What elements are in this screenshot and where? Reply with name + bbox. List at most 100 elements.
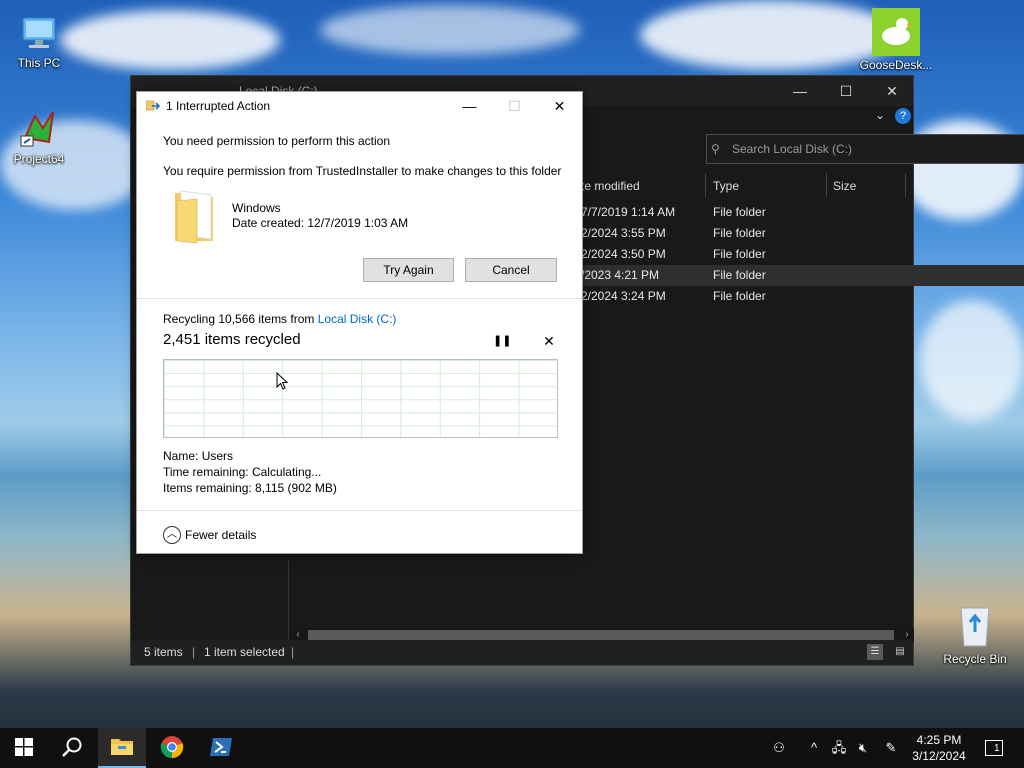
row-type: File folder — [713, 268, 766, 282]
detail-name-value: Users — [201, 449, 234, 463]
fewer-details-label: Fewer details — [185, 527, 257, 542]
chrome-icon — [160, 735, 184, 762]
powershell-icon — [209, 737, 233, 760]
clock-time: 4:25 PM — [916, 733, 962, 747]
detail-items-value: 8,115 (902 MB) — [255, 481, 337, 495]
detail-time-value: Calculating... — [251, 465, 322, 479]
table-row[interactable]: 2/2024 3:50 PM File folder — [581, 244, 1024, 265]
row-date-modified: 7/7/2019 1:14 AM — [581, 205, 676, 219]
desktop-icon-label: Project64 — [13, 152, 65, 166]
row-type: File folder — [713, 247, 766, 261]
row-date-modified: 2/2024 3:55 PM — [581, 226, 666, 240]
recycling-status: Recycling 10,566 items from Local Disk (… — [163, 312, 396, 326]
taskbar: ⚇ ^ 🖧 🔇︎ ✎ 4:25 PM 3/12/2024 1 — [0, 728, 1024, 768]
minimize-button[interactable]: — — [777, 76, 823, 106]
project64-icon — [19, 108, 59, 148]
desktop-icon-label: Recycle Bin — [943, 652, 1007, 666]
desktop-icon-this-pc[interactable]: This PC — [1, 12, 77, 70]
dialog-message: You require permission from TrustedInsta… — [163, 164, 562, 178]
desktop-icon-project64[interactable]: Project64 — [1, 108, 77, 166]
this-pc-icon — [19, 12, 59, 52]
dialog-title: 1 Interrupted Action — [166, 99, 271, 113]
detail-items-label: Items remaining: — [163, 481, 252, 495]
row-date-modified: 2/2024 3:24 PM — [581, 289, 666, 303]
maximize-button[interactable]: ☐ — [823, 76, 869, 106]
recycled-count: 2,451 items recycled — [163, 331, 301, 348]
volume-muted-icon[interactable]: 🔇︎ — [852, 728, 874, 768]
search-input[interactable]: ⚲ Search Local Disk (C:) — [706, 134, 1024, 164]
clock-date: 3/12/2024 — [912, 749, 966, 763]
recycle-bin-icon — [955, 604, 995, 648]
start-button[interactable] — [0, 728, 48, 768]
table-row-selected[interactable]: /2023 4:21 PM File folder — [581, 265, 1024, 286]
taskbar-file-explorer[interactable] — [98, 728, 146, 768]
row-type: File folder — [713, 289, 766, 303]
taskbar-clock[interactable]: 4:25 PM 3/12/2024 — [906, 728, 972, 768]
detail-name-label: Name: — [163, 449, 199, 463]
large-icons-view-icon[interactable]: ▤ — [892, 644, 908, 660]
fewer-details-button[interactable]: ︿ Fewer details — [163, 524, 256, 544]
column-header-size[interactable]: Size — [833, 174, 856, 198]
search-icon: ⚲ — [711, 142, 720, 156]
row-type: File folder — [713, 226, 766, 240]
table-row[interactable]: 7/7/2019 1:14 AM File folder — [581, 202, 1024, 223]
row-type: File folder — [713, 205, 766, 219]
chevron-up-icon: ︿ — [163, 525, 181, 544]
column-header-type[interactable]: Type — [713, 174, 739, 198]
detail-time-remaining: Time remaining: Calculating... — [163, 465, 321, 479]
dialog-divider — [137, 510, 582, 511]
help-icon[interactable]: ? — [895, 108, 911, 124]
table-row[interactable]: 2/2024 3:55 PM File folder — [581, 223, 1024, 244]
close-button[interactable]: ✕ — [869, 76, 915, 106]
detail-time-label: Time remaining: — [163, 465, 249, 479]
pause-button[interactable]: ❚❚ — [493, 333, 511, 349]
desktop-icon-label: GooseDesk... — [859, 58, 933, 72]
folder-icon — [171, 187, 217, 245]
taskbar-powershell[interactable] — [197, 728, 245, 768]
table-row[interactable]: 2/2024 3:24 PM File folder — [581, 286, 1024, 307]
chevron-up-icon[interactable]: ^ — [805, 728, 823, 768]
dialog-close-button[interactable]: ✕ — [537, 92, 582, 120]
status-selected-count: 1 item selected — [204, 645, 285, 659]
source-location-link[interactable]: Local Disk (C:) — [318, 312, 397, 326]
search-icon — [61, 736, 83, 761]
network-icon[interactable]: 🖧 — [828, 728, 850, 768]
status-item-count: 5 items — [144, 645, 183, 659]
row-date-modified: /2023 4:21 PM — [581, 268, 660, 282]
navigation-pane[interactable] — [131, 560, 290, 640]
details-view-icon[interactable]: ☰ — [867, 644, 883, 660]
status-bar: 5 items | 1 item selected | ☰ ▤ — [131, 640, 913, 665]
pen-icon[interactable]: ✎ — [880, 728, 902, 768]
status-divider: | — [192, 645, 196, 659]
dialog-heading: You need permission to perform this acti… — [163, 134, 391, 148]
notification-count-badge: 1 — [994, 743, 1000, 754]
interrupted-action-dialog[interactable]: 1 Interrupted Action — ☐ ✕ You need perm… — [136, 91, 583, 554]
chevron-down-icon[interactable]: ⌄ — [875, 108, 885, 122]
notification-center-button[interactable]: 1 — [980, 728, 1008, 768]
search-placeholder: Search Local Disk (C:) — [732, 142, 853, 156]
taskbar-search-button[interactable] — [48, 728, 96, 768]
navigation-pane-divider[interactable] — [288, 560, 289, 640]
row-date-modified: 2/2024 3:50 PM — [581, 247, 666, 261]
cancel-button[interactable]: Cancel — [465, 258, 557, 282]
people-icon[interactable]: ⚇ — [765, 728, 793, 768]
folder-date-created: Date created: 12/7/2019 1:03 AM — [232, 216, 409, 230]
recycling-prefix: Recycling 10,566 items from — [163, 312, 318, 326]
goose-icon — [872, 8, 920, 56]
column-divider[interactable] — [826, 173, 827, 197]
dialog-maximize-button[interactable]: ☐ — [492, 92, 537, 120]
mouse-cursor-icon — [276, 371, 289, 391]
progress-graph — [163, 359, 558, 438]
column-divider[interactable] — [905, 173, 906, 197]
desktop-icon-goose[interactable]: GooseDesk... — [858, 8, 934, 72]
column-header-date-modified[interactable]: te modified — [581, 174, 640, 198]
dialog-divider — [137, 298, 582, 299]
scrollbar-thumb[interactable] — [308, 630, 894, 640]
dialog-minimize-button[interactable]: — — [447, 92, 492, 120]
detail-name: Name: Users — [163, 449, 233, 463]
try-again-button[interactable]: Try Again — [363, 258, 454, 282]
stop-button[interactable]: ✕ — [540, 333, 558, 349]
column-divider[interactable] — [705, 173, 706, 197]
desktop-icon-recycle-bin[interactable]: Recycle Bin — [937, 604, 1013, 666]
taskbar-chrome[interactable] — [148, 728, 196, 768]
